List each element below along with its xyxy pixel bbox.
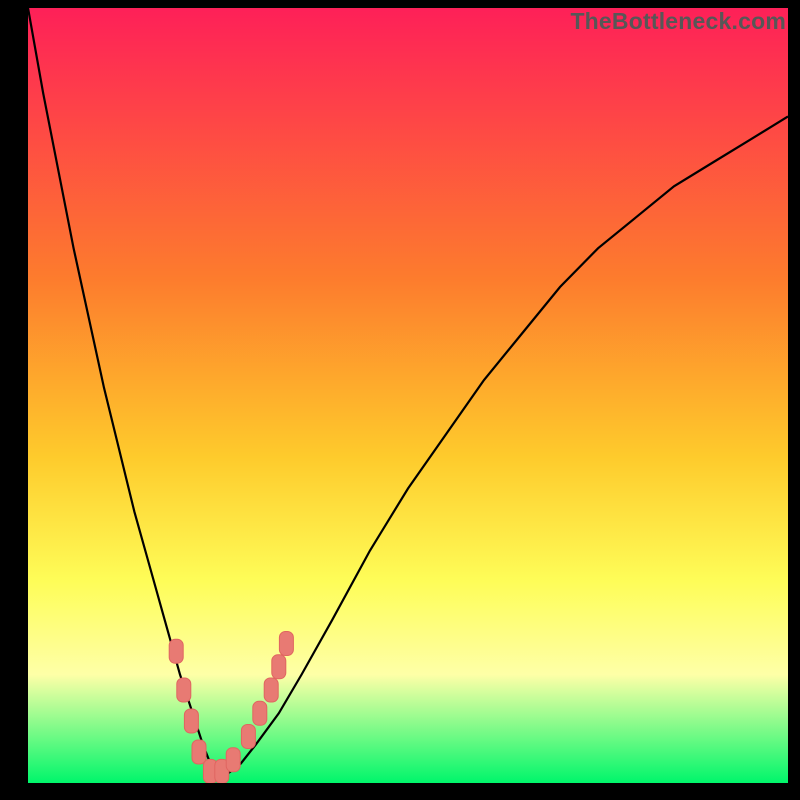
marker [226, 748, 240, 772]
plot-area [28, 8, 788, 783]
marker [253, 701, 267, 725]
gradient-background [28, 8, 788, 783]
chart-container: TheBottleneck.com [0, 0, 800, 800]
marker [192, 740, 206, 764]
marker [184, 709, 198, 733]
marker [279, 632, 293, 656]
marker [264, 678, 278, 702]
marker [272, 655, 286, 679]
marker [241, 725, 255, 749]
marker [177, 678, 191, 702]
plot-svg [28, 8, 788, 783]
marker [169, 639, 183, 663]
